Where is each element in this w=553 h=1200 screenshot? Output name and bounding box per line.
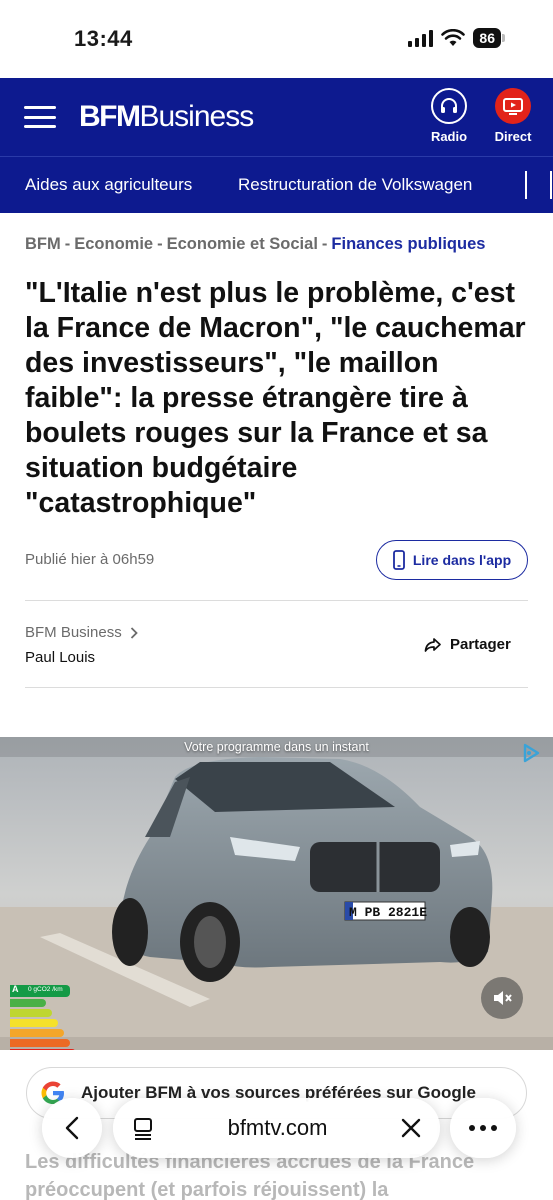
phone-icon xyxy=(392,550,405,570)
direct-button[interactable]: Direct xyxy=(483,88,543,144)
back-button[interactable] xyxy=(42,1098,102,1158)
status-icons: 86 xyxy=(408,28,505,48)
logo-light: Business xyxy=(139,100,254,133)
site-logo[interactable]: BFMBusiness xyxy=(79,98,254,136)
address-bar[interactable]: bfmtv.com xyxy=(113,1098,440,1158)
battery-indicator: 86 xyxy=(473,28,505,48)
author-name: Paul Louis xyxy=(25,649,96,666)
browser-toolbar: bfmtv.com xyxy=(42,1098,516,1158)
ellipsis-icon xyxy=(469,1125,497,1131)
tabs-icon[interactable] xyxy=(131,1116,155,1140)
wifi-icon xyxy=(441,29,466,46)
breadcrumb-item[interactable]: Economie xyxy=(74,235,153,253)
nav-item-aides-agriculteurs[interactable]: Aides aux agriculteurs xyxy=(25,175,192,195)
direct-label: Direct xyxy=(494,129,532,144)
category-nav: Aides aux agriculteurs Restructuration d… xyxy=(0,156,553,213)
breadcrumb-item[interactable]: Economie et Social xyxy=(167,235,318,253)
menu-icon[interactable] xyxy=(24,106,56,128)
breadcrumb-separator: - xyxy=(321,235,328,253)
read-in-app-label: Lire dans l'app xyxy=(412,552,512,568)
publish-date: Publié hier à 06h59 xyxy=(25,551,155,568)
breadcrumb-separator: - xyxy=(64,235,71,253)
tv-play-icon xyxy=(495,88,531,124)
divider xyxy=(25,600,528,601)
video-status-label: Votre programme dans un instant xyxy=(184,740,369,754)
energy-value: 0 gCO2 /km xyxy=(28,986,63,993)
close-icon[interactable] xyxy=(400,1117,422,1139)
adchoices-icon[interactable] xyxy=(521,743,541,763)
source-link[interactable]: BFM Business xyxy=(25,624,138,641)
breadcrumb-separator: - xyxy=(157,235,163,253)
nav-separator xyxy=(550,171,552,199)
nav-separator xyxy=(525,171,527,199)
status-bar: 13:44 86 xyxy=(0,0,553,78)
headphones-icon xyxy=(431,88,467,124)
breadcrumb: BFM - Economie - Economie et Social - Finances… xyxy=(25,235,485,254)
nav-item-restructuration-volkswagen[interactable]: Restructuration de Volkswagen xyxy=(238,175,472,195)
divider xyxy=(25,687,528,688)
more-button[interactable] xyxy=(450,1098,516,1158)
share-icon xyxy=(424,637,441,652)
mute-button[interactable] xyxy=(481,977,523,1019)
chevron-left-icon xyxy=(65,1116,79,1140)
status-time: 13:44 xyxy=(74,26,133,51)
logo-bold: BFM xyxy=(79,100,141,133)
radio-button[interactable]: Radio xyxy=(419,88,479,144)
breadcrumb-item[interactable]: BFM xyxy=(25,235,61,253)
url-text: bfmtv.com xyxy=(227,1115,328,1140)
share-label: Partager xyxy=(450,636,511,653)
energy-label: A 0 gCO2 /km xyxy=(10,984,76,1050)
source-label: BFM Business xyxy=(25,624,122,641)
car-image: M PB 2821E xyxy=(0,737,553,1050)
article-title: "L'Italie n'est plus le problème, c'est … xyxy=(25,277,526,519)
video-player[interactable]: M PB 2821E Votre programme dans un insta… xyxy=(0,737,553,1050)
breadcrumb-current[interactable]: Finances publiques xyxy=(331,235,485,253)
read-in-app-button[interactable]: Lire dans l'app xyxy=(376,540,528,580)
license-plate: M PB 2821E xyxy=(349,905,427,920)
share-button[interactable]: Partager xyxy=(424,636,511,653)
site-header: BFMBusiness Radio Direct xyxy=(0,78,553,156)
radio-label: Radio xyxy=(430,129,468,144)
chevron-right-icon xyxy=(130,626,138,639)
cellular-signal-icon xyxy=(408,29,434,47)
speaker-muted-icon xyxy=(494,991,512,1005)
